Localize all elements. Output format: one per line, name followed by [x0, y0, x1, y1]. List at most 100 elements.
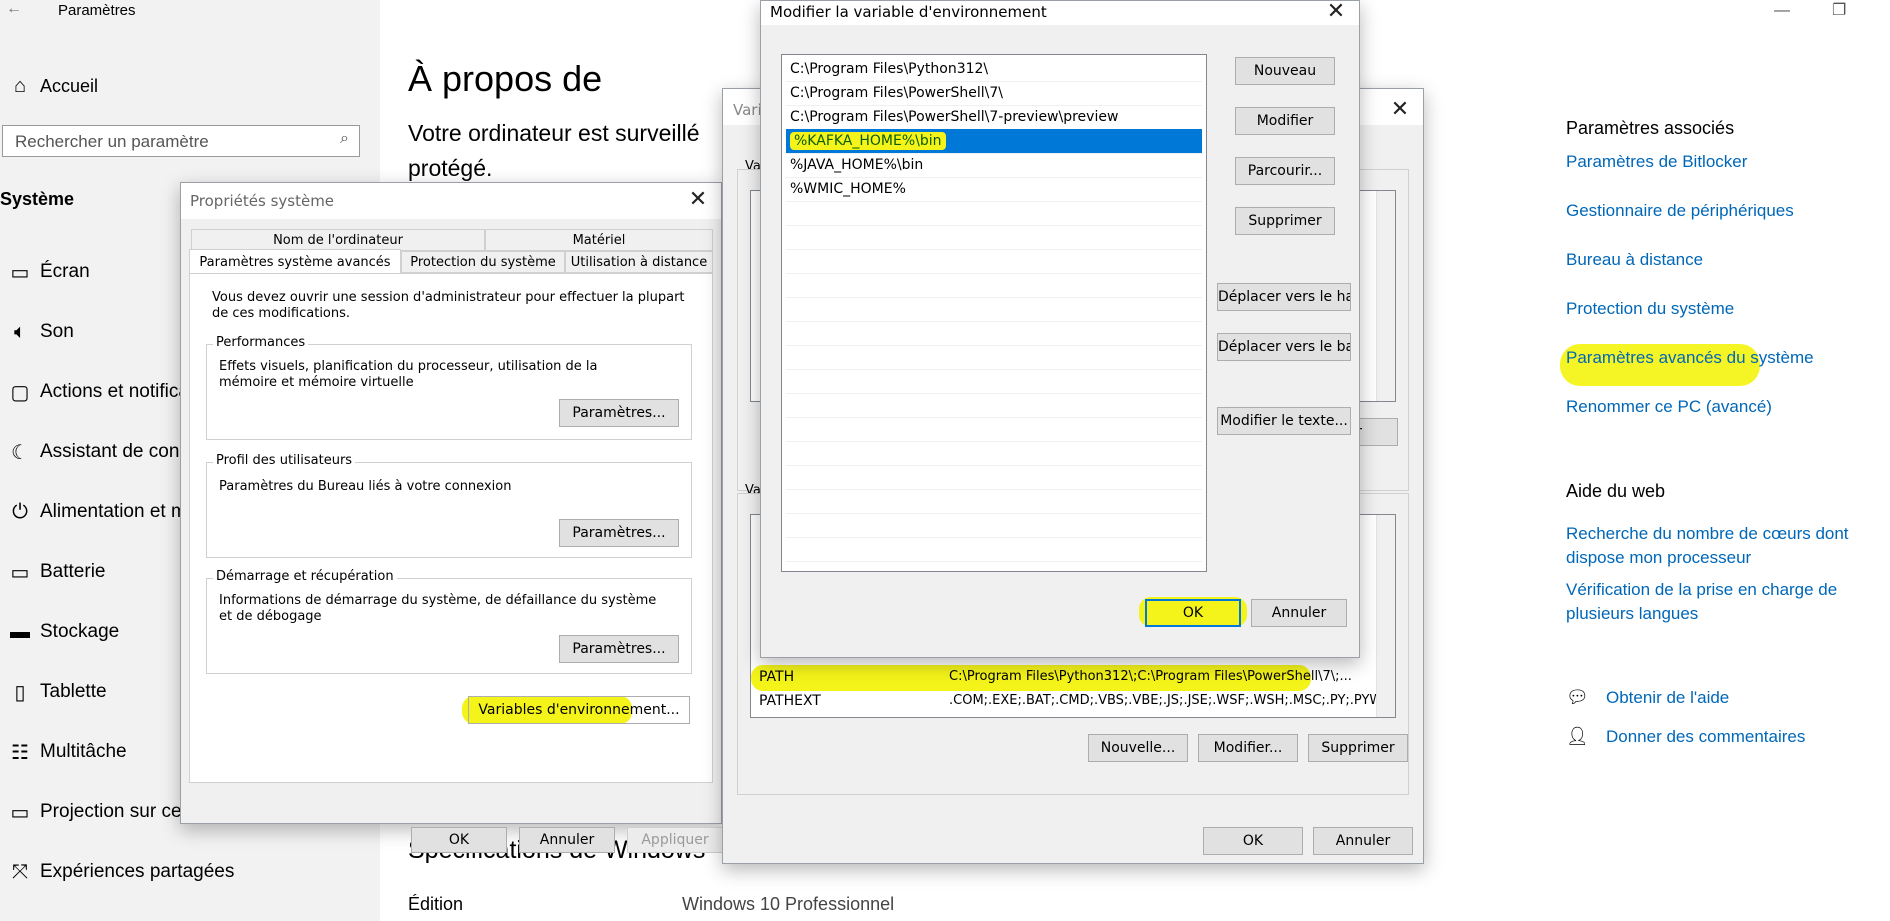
tab-hardware[interactable]: Matériel: [485, 229, 713, 251]
group-label: Performances: [213, 335, 309, 350]
var-value-path[interactable]: C:\Program Files\Python312\;C:\Program F…: [949, 669, 1352, 685]
close-icon[interactable]: ✕: [1383, 95, 1417, 127]
nav-item-shared[interactable]: ⤧ Expériences partagées: [0, 852, 234, 892]
sysprops-ok-button[interactable]: OK: [411, 827, 507, 853]
link-languages-2[interactable]: plusieurs langues: [1566, 604, 1698, 624]
envvars-cancel-button[interactable]: Annuler: [1313, 827, 1413, 855]
move-down-button[interactable]: Déplacer vers le bas: [1217, 333, 1351, 361]
path-entry[interactable]: C:\Program Files\PowerShell\7\: [786, 81, 1202, 106]
minimize-button[interactable]: —: [1774, 2, 1790, 20]
startup-recovery-group: Démarrage et récupération Informations d…: [206, 569, 692, 674]
link-bitlocker[interactable]: Paramètres de Bitlocker: [1566, 152, 1747, 172]
move-up-button[interactable]: Déplacer vers le haut: [1217, 283, 1351, 311]
environment-variables-button[interactable]: Variables d'environnement...: [468, 696, 690, 724]
var-value-pathext[interactable]: .COM;.EXE;.BAT;.CMD;.VBS;.VBE;.JS;.JSE;.…: [949, 693, 1382, 709]
nav-label: Son: [40, 321, 74, 342]
empty-row: [786, 345, 1202, 370]
settings-search-box[interactable]: Rechercher un paramètre ⌕: [2, 125, 360, 157]
nav-item-notifications[interactable]: ▢ Actions et notifica: [0, 372, 189, 412]
empty-row: [786, 369, 1202, 394]
home-nav-item[interactable]: ⌂ Accueil: [0, 70, 98, 102]
link-device-manager[interactable]: Gestionnaire de périphériques: [1566, 201, 1794, 221]
nav-item-power[interactable]: ⏻ Alimentation et mi: [0, 492, 191, 532]
new-entry-button[interactable]: Nouveau: [1235, 57, 1335, 85]
nav-item-son[interactable]: 🔈︎ Son: [0, 312, 74, 352]
protection-text-line1: Votre ordinateur est surveillé: [408, 120, 700, 146]
browse-button[interactable]: Parcourir...: [1235, 157, 1335, 185]
empty-row: [786, 321, 1202, 346]
storage-icon: ▬: [10, 620, 30, 643]
var-name-pathext[interactable]: PATHEXT: [759, 693, 821, 709]
link-system-protection[interactable]: Protection du système: [1566, 299, 1734, 319]
link-rename-pc[interactable]: Renommer ce PC (avancé): [1566, 397, 1772, 417]
empty-row: [786, 441, 1202, 466]
startup-settings-button[interactable]: Paramètres...: [559, 635, 679, 663]
nav-item-battery[interactable]: ▭ Batterie: [0, 552, 106, 592]
tab-remote[interactable]: Utilisation à distance: [565, 251, 713, 273]
link-get-help[interactable]: Obtenir de l'aide: [1606, 688, 1729, 708]
search-input[interactable]: Rechercher un paramètre: [15, 132, 209, 152]
group-description: Informations de démarrage du système, de…: [219, 593, 657, 624]
sysprops-titlebar: Propriétés système ✕: [181, 183, 721, 219]
restore-button[interactable]: ❐: [1832, 0, 1846, 20]
path-entry-selected[interactable]: %KAFKA_HOME%\bin: [786, 129, 1202, 154]
envvars-ok-button[interactable]: OK: [1203, 827, 1303, 855]
link-advanced-system-settings[interactable]: Paramètres avancés du système: [1566, 348, 1814, 368]
back-arrow-icon[interactable]: ←: [6, 0, 22, 18]
scrollbar[interactable]: [1376, 191, 1395, 401]
tab-advanced[interactable]: Paramètres système avancés: [189, 249, 401, 275]
tab-panel: Vous devez ouvrir une session d'administ…: [189, 273, 713, 783]
editvar-ok-button[interactable]: OK: [1145, 599, 1241, 627]
editvar-cancel-button[interactable]: Annuler: [1251, 599, 1347, 627]
related-settings-heading: Paramètres associés: [1566, 118, 1735, 138]
link-feedback[interactable]: Donner des commentaires: [1606, 727, 1805, 747]
path-entry[interactable]: %WMIC_HOME%: [786, 177, 1202, 202]
system-new-button[interactable]: Nouvelle...: [1088, 734, 1188, 762]
link-cpu-cores-1[interactable]: Recherche du nombre de cœurs dont: [1566, 524, 1849, 544]
path-entry[interactable]: C:\Program Files\Python312\: [786, 57, 1202, 82]
tab-system-protection[interactable]: Protection du système: [401, 251, 565, 273]
link-languages-1[interactable]: Vérification de la prise en charge de: [1566, 580, 1837, 600]
admin-intro-text: Vous devez ouvrir une session d'administ…: [212, 290, 685, 321]
link-cpu-cores-2[interactable]: dispose mon processeur: [1566, 548, 1751, 568]
edition-label: Édition: [408, 894, 464, 914]
empty-row: [786, 297, 1202, 322]
profile-settings-button[interactable]: Paramètres...: [559, 519, 679, 547]
sysprops-apply-button[interactable]: Appliquer: [627, 827, 723, 853]
sysprops-title: Propriétés système: [190, 192, 335, 210]
battery-icon: ▭: [10, 561, 30, 584]
system-delete-button[interactable]: Supprimer: [1308, 734, 1408, 762]
close-icon[interactable]: ✕: [681, 185, 715, 217]
sysprops-cancel-button[interactable]: Annuler: [519, 827, 615, 853]
multitask-icon: ☷: [11, 741, 29, 764]
system-edit-button[interactable]: Modifier...: [1198, 734, 1298, 762]
edit-entry-button[interactable]: Modifier: [1235, 107, 1335, 135]
nav-label: Stockage: [40, 621, 120, 642]
scrollbar[interactable]: [1376, 515, 1395, 717]
nav-item-focus-assist[interactable]: ☾ Assistant de conce: [0, 432, 199, 472]
edit-text-button[interactable]: Modifier le texte...: [1217, 407, 1351, 435]
performance-settings-button[interactable]: Paramètres...: [559, 399, 679, 427]
nav-item-ecran[interactable]: ▭ Écran: [0, 252, 90, 292]
nav-item-storage[interactable]: ▬ Stockage: [0, 612, 119, 652]
path-entries-list[interactable]: C:\Program Files\Python312\ C:\Program F…: [781, 54, 1207, 572]
protection-text-line2: protégé.: [408, 155, 493, 181]
delete-entry-button[interactable]: Supprimer: [1235, 207, 1335, 235]
empty-row: [786, 537, 1202, 562]
nav-item-projection[interactable]: ▭ Projection sur ce P: [0, 792, 200, 832]
web-help-heading: Aide du web: [1566, 481, 1666, 501]
path-entry[interactable]: %JAVA_HOME%\bin: [786, 153, 1202, 178]
path-entry[interactable]: C:\Program Files\PowerShell\7-preview\pr…: [786, 105, 1202, 130]
user-profiles-group: Profil des utilisateurs Paramètres du Bu…: [206, 453, 692, 558]
close-icon[interactable]: ✕: [1319, 0, 1353, 29]
var-name-path[interactable]: PATH: [759, 669, 794, 685]
performance-group: Performances Effets visuels, planificati…: [206, 335, 692, 440]
nav-item-tablet[interactable]: ▯ Tablette: [0, 672, 106, 712]
nav-item-multitask[interactable]: ☷ Multitâche: [0, 732, 127, 772]
tab-computer-name[interactable]: Nom de l'ordinateur: [191, 229, 485, 251]
group-label: Démarrage et récupération: [213, 569, 397, 584]
nav-label: Expériences partagées: [40, 861, 235, 882]
link-remote-desktop[interactable]: Bureau à distance: [1566, 250, 1703, 270]
power-icon: ⏻: [12, 500, 28, 523]
empty-row: [786, 465, 1202, 490]
